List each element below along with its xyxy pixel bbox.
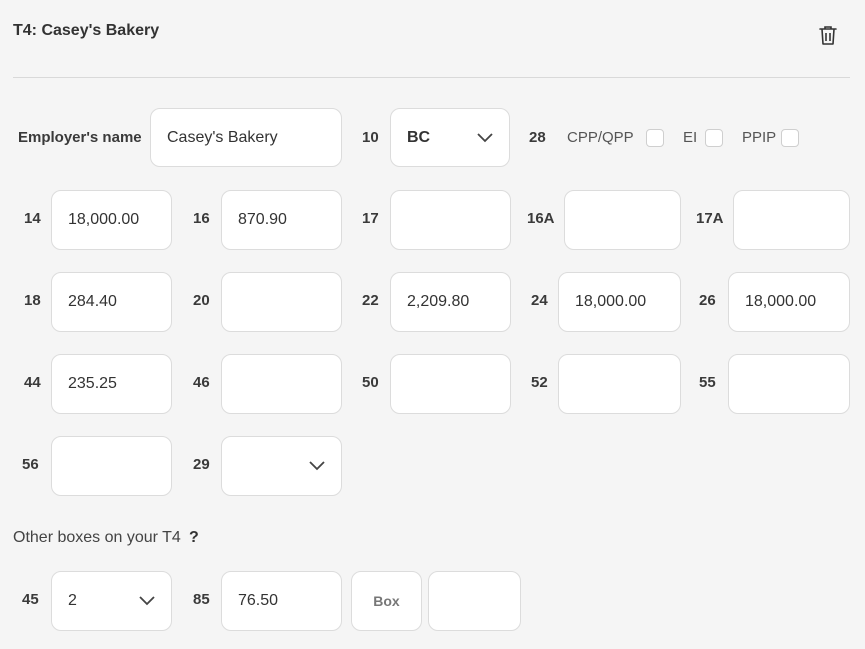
- ppip-checkbox[interactable]: [781, 129, 799, 147]
- box-50-input[interactable]: [407, 375, 494, 393]
- box-22-input[interactable]: [407, 293, 494, 311]
- box-24-input[interactable]: [575, 293, 664, 311]
- box-17-label: 17: [362, 210, 379, 227]
- employer-name-label: Employer's name: [18, 129, 142, 146]
- province-select-value: BC: [407, 128, 431, 146]
- box-16a-input[interactable]: [581, 211, 664, 229]
- box-56-label: 56: [22, 456, 39, 473]
- box-46-field[interactable]: [221, 354, 342, 414]
- box-20-input[interactable]: [238, 293, 325, 311]
- box-45-label: 45: [22, 591, 39, 608]
- box-20-label: 20: [193, 292, 210, 309]
- box-20-field[interactable]: [221, 272, 342, 332]
- box-46-label: 46: [193, 374, 210, 391]
- box-16-input[interactable]: [238, 211, 325, 229]
- box-44-input[interactable]: [68, 375, 155, 393]
- box-50-field[interactable]: [390, 354, 511, 414]
- ei-checkbox[interactable]: [705, 129, 723, 147]
- box-29-label: 29: [193, 456, 210, 473]
- box-22-field[interactable]: [390, 272, 511, 332]
- box-50-label: 50: [362, 374, 379, 391]
- box-85-label: 85: [193, 591, 210, 608]
- box-number-button[interactable]: Box: [351, 571, 422, 631]
- box-17-input[interactable]: [407, 211, 494, 229]
- other-boxes-label: Other boxes on your T4: [13, 529, 181, 546]
- box-52-field[interactable]: [558, 354, 681, 414]
- box-85-input[interactable]: [238, 592, 325, 610]
- box-24-field[interactable]: [558, 272, 681, 332]
- box-18-input[interactable]: [68, 293, 155, 311]
- box-45-select[interactable]: 2: [51, 571, 172, 631]
- box-26-field[interactable]: [728, 272, 850, 332]
- employer-name-input[interactable]: [167, 128, 325, 147]
- box-55-field[interactable]: [728, 354, 850, 414]
- box-56-input[interactable]: [68, 457, 155, 475]
- box-55-input[interactable]: [745, 375, 833, 393]
- page-title: T4: Casey's Bakery: [13, 22, 160, 39]
- box-17a-field[interactable]: [733, 190, 850, 250]
- box-18-field[interactable]: [51, 272, 172, 332]
- ei-label: EI: [683, 129, 698, 146]
- box-17-field[interactable]: [390, 190, 511, 250]
- box-10-label: 10: [362, 129, 379, 146]
- trash-icon[interactable]: [817, 24, 839, 46]
- box-16-field[interactable]: [221, 190, 342, 250]
- custom-box-field[interactable]: [428, 571, 521, 631]
- box-16-label: 16: [193, 210, 210, 227]
- employer-name-field[interactable]: [150, 108, 342, 167]
- box-29-select[interactable]: [221, 436, 342, 496]
- box-26-input[interactable]: [745, 293, 833, 311]
- box-24-label: 24: [531, 292, 548, 309]
- box-55-label: 55: [699, 374, 716, 391]
- box-44-label: 44: [24, 374, 41, 391]
- custom-box-input[interactable]: [445, 592, 504, 610]
- chevron-down-icon: [477, 132, 493, 142]
- ppip-label: PPIP: [742, 129, 777, 146]
- box-16a-field[interactable]: [564, 190, 681, 250]
- box-14-field[interactable]: [51, 190, 172, 250]
- chevron-down-icon: [309, 461, 325, 471]
- box-16a-label: 16A: [527, 210, 555, 227]
- province-select[interactable]: BC: [390, 108, 510, 167]
- box-44-field[interactable]: [51, 354, 172, 414]
- box-26-label: 26: [699, 292, 716, 309]
- header-divider: [13, 77, 850, 78]
- box-45-select-value: 2: [68, 592, 77, 609]
- box-14-input[interactable]: [68, 211, 155, 229]
- help-icon[interactable]: ?: [189, 529, 199, 547]
- box-52-input[interactable]: [575, 375, 664, 393]
- box-14-label: 14: [24, 210, 41, 227]
- box-22-label: 22: [362, 292, 379, 309]
- box-56-field[interactable]: [51, 436, 172, 496]
- box-85-field[interactable]: [221, 571, 342, 631]
- box-17a-input[interactable]: [750, 211, 833, 229]
- box-46-input[interactable]: [238, 375, 325, 393]
- box-52-label: 52: [531, 374, 548, 391]
- box-18-label: 18: [24, 292, 41, 309]
- cpp-qpp-checkbox[interactable]: [646, 129, 664, 147]
- cpp-qpp-label: CPP/QPP: [567, 129, 634, 146]
- box-17a-label: 17A: [696, 210, 724, 227]
- box-28-label: 28: [529, 129, 546, 146]
- chevron-down-icon: [139, 596, 155, 606]
